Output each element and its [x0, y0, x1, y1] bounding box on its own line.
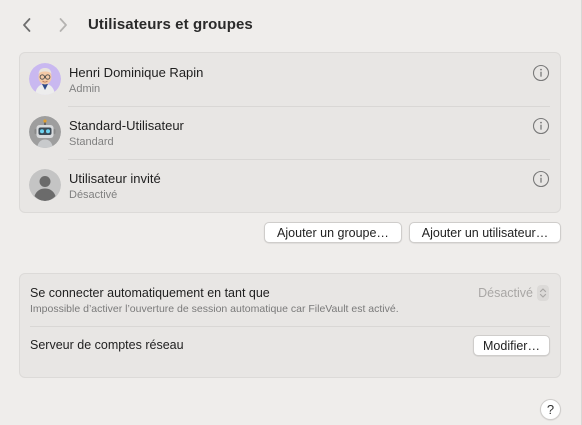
user-name: Henri Dominique Rapin — [69, 65, 204, 80]
add-group-button[interactable]: Ajouter un groupe… — [264, 222, 402, 243]
network-server-label: Serveur de comptes réseau — [30, 338, 184, 352]
toolbar: Utilisateurs et groupes — [0, 0, 581, 50]
help-icon: ? — [546, 402, 555, 417]
auto-login-label: Se connecter automatiquement en tant que — [30, 286, 270, 300]
back-button[interactable] — [16, 14, 38, 36]
user-role: Désactivé — [69, 189, 118, 201]
help-button[interactable]: ? — [540, 399, 561, 420]
info-button[interactable] — [532, 170, 550, 188]
user-row-standard[interactable]: Standard-Utilisateur Standard — [20, 106, 560, 159]
login-settings-group: Se connecter automatiquement en tant que… — [19, 273, 561, 378]
robot-avatar — [29, 116, 61, 148]
info-icon — [532, 170, 550, 188]
user-row-guest[interactable]: Utilisateur invité Désactivé — [20, 159, 560, 212]
user-row-henri[interactable]: Henri Dominique Rapin Admin — [20, 53, 560, 106]
user-name: Standard-Utilisateur — [69, 118, 184, 133]
chevron-left-icon — [23, 18, 31, 32]
info-icon — [532, 64, 550, 82]
auto-login-value: Désactivé — [478, 286, 533, 300]
info-button[interactable] — [532, 117, 550, 135]
info-button[interactable] — [532, 64, 550, 82]
user-role: Standard — [69, 136, 114, 148]
up-down-chevron-icon — [537, 285, 549, 301]
modify-button[interactable]: Modifier… — [473, 335, 550, 356]
memoji-avatar — [29, 63, 61, 95]
auto-login-description: Impossible d’activer l’ouverture de sess… — [30, 303, 399, 315]
page-title: Utilisateurs et groupes — [88, 16, 253, 33]
user-role: Admin — [69, 83, 101, 95]
users-groups-window: Utilisateurs et groupes Henri Dominique … — [0, 0, 582, 425]
users-list: Henri Dominique Rapin Admin Standard-Uti… — [19, 52, 561, 213]
info-icon — [532, 117, 550, 135]
user-name: Utilisateur invité — [69, 171, 161, 186]
divider — [30, 326, 550, 327]
chevron-right-icon — [59, 18, 67, 32]
generic-person-avatar — [29, 169, 61, 201]
auto-login-select[interactable]: Désactivé — [478, 284, 549, 302]
forward-button[interactable] — [52, 14, 74, 36]
add-user-button[interactable]: Ajouter un utilisateur… — [409, 222, 561, 243]
